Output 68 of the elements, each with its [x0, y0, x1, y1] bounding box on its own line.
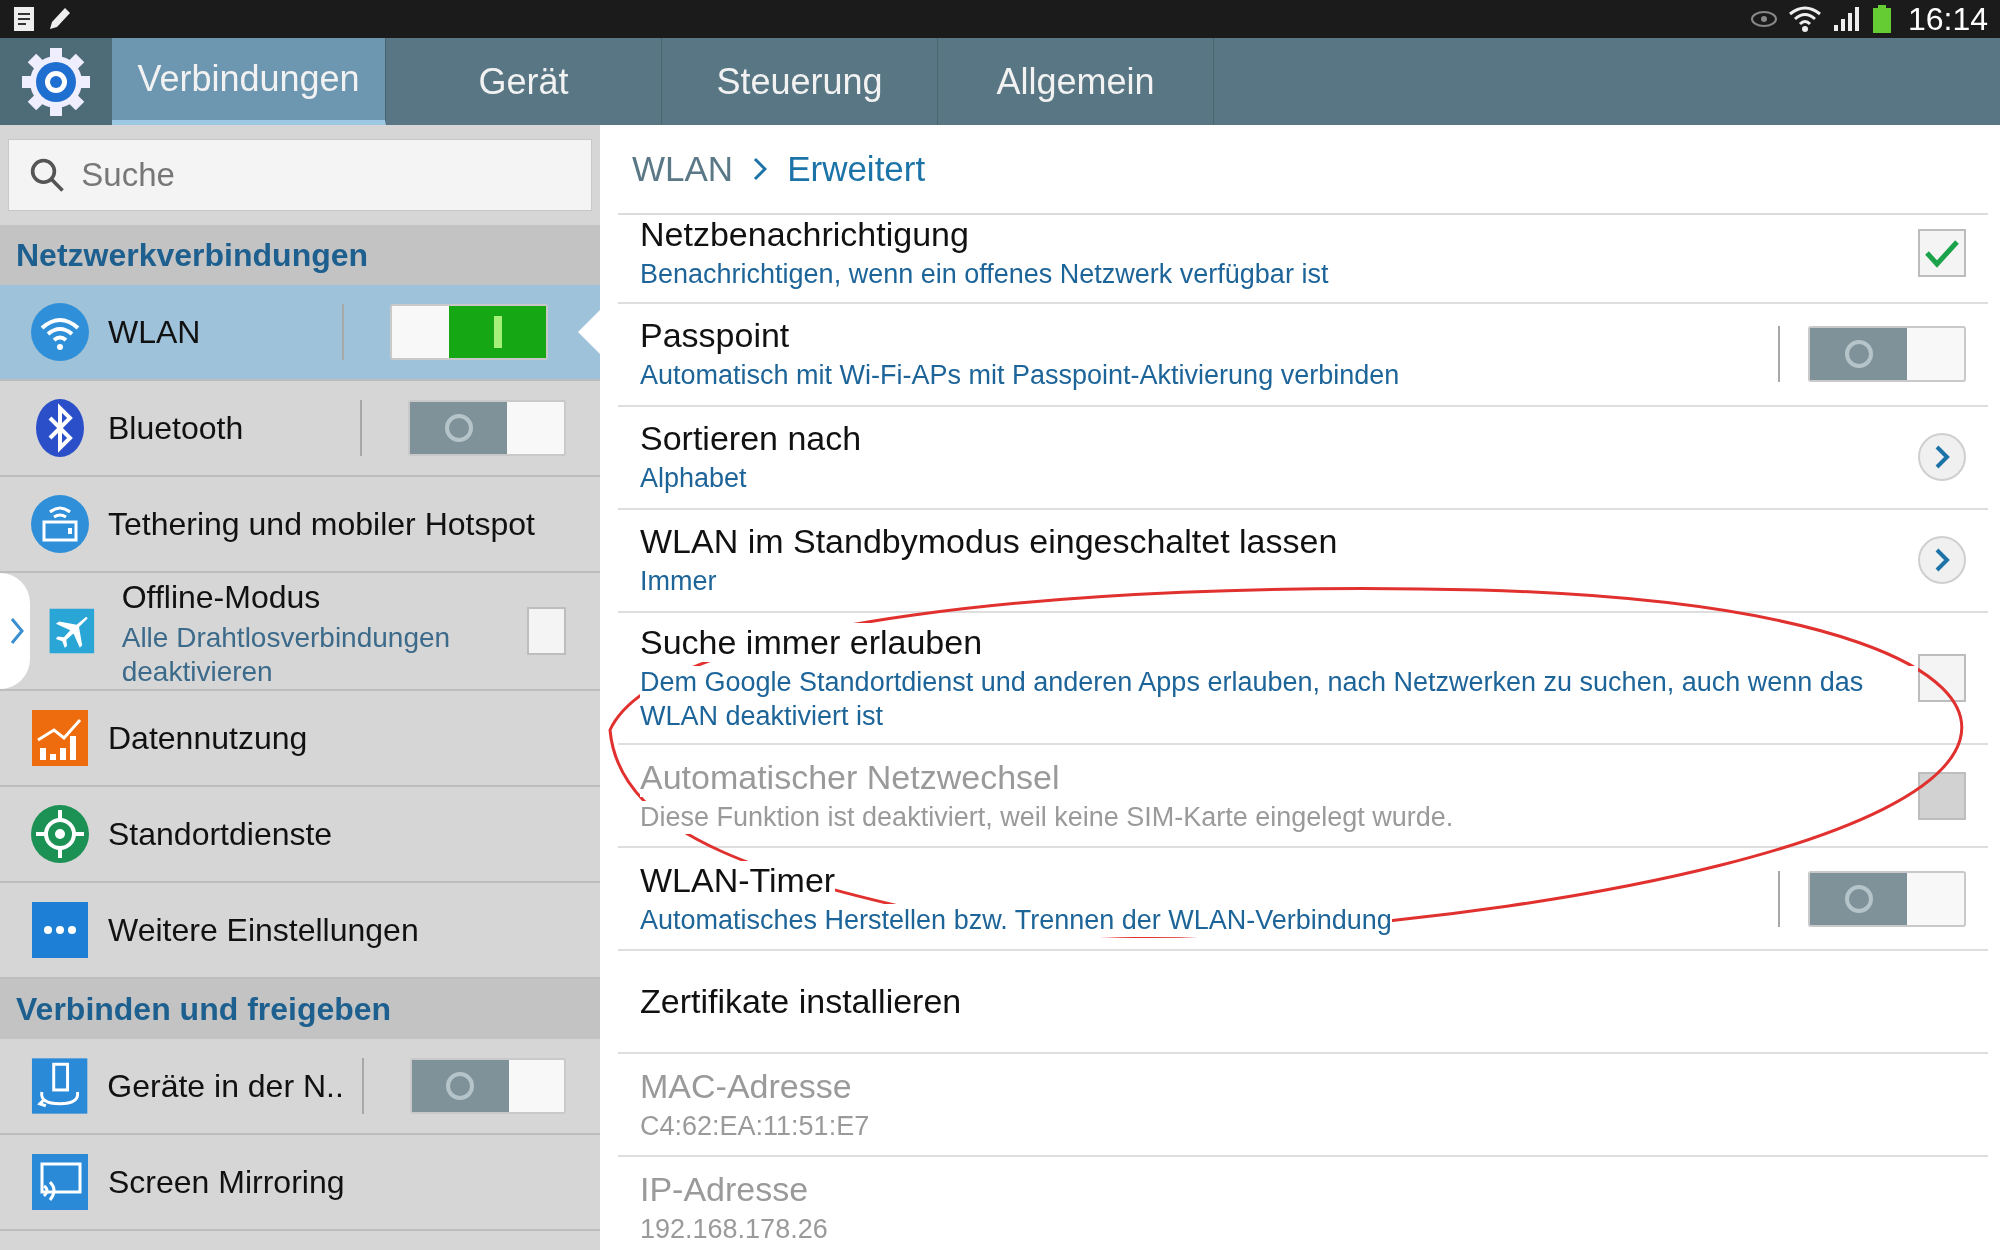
search-bar[interactable]: Suche [8, 139, 592, 211]
chevron-right-icon [753, 157, 768, 181]
sidebar-item[interactable]: Datennutzung [0, 691, 600, 787]
off-ring-icon [1842, 338, 1875, 371]
item-label: Screen Mirroring [108, 1163, 346, 1202]
hotspot-icon [30, 494, 90, 554]
breadcrumb-item: Erweitert [787, 147, 926, 190]
toggle-switch[interactable] [408, 400, 566, 456]
off-ring-icon [444, 1070, 477, 1102]
off-ring-icon [1842, 882, 1875, 915]
eye-icon [1749, 9, 1778, 29]
setting-row[interactable]: Netzbenachrichtigung Benachrichtigen, wenn ein offenes Netzwerk verfügbar ist [618, 215, 1988, 304]
item-description: Alle Drahtlosverbindungen deaktivieren [121, 621, 452, 689]
sidebar-item[interactable]: WLAN [0, 285, 600, 381]
chevron-button[interactable] [1918, 433, 1966, 482]
setting-title: Suche immer erlauben [640, 622, 983, 662]
battery-icon [1871, 4, 1892, 34]
search-field[interactable]: Suche [79, 149, 571, 201]
item-label: Weitere Einstellungen [108, 911, 420, 950]
location-target-icon [30, 804, 90, 864]
setting-row[interactable]: WLAN-Timer Automatisches Herstellen bzw. Trennen der WLAN-Verbindung [618, 848, 1988, 952]
wifi-icon [1787, 4, 1822, 34]
item-label: Bluetooth [108, 409, 245, 448]
drawer-handle[interactable] [0, 573, 30, 689]
setting-description: Diese Funktion ist deaktiviert, weil keine SIM-Karte eingelegt wurde. [640, 800, 1454, 835]
sidebar-item[interactable]: Offline-Modus Alle Drahtlosverbindungen deaktivieren [0, 573, 600, 691]
sidebar-item[interactable]: Geräte in der N.. [0, 1039, 600, 1135]
checkbox[interactable] [527, 607, 566, 655]
chevron-right-icon [1934, 548, 1950, 573]
toggle-switch[interactable] [390, 304, 548, 360]
toggle-switch[interactable] [409, 1058, 566, 1114]
item-label: Standortdienste [108, 815, 334, 854]
setting-row[interactable]: Zertifikate installieren [618, 951, 1988, 1055]
item-label: Tethering und mobiler Hotspot [108, 505, 536, 544]
signal-icon [1831, 5, 1862, 33]
item-label: WLAN [108, 313, 202, 352]
sidebar-item[interactable]: Bluetooth [0, 381, 600, 477]
check-icon [1924, 238, 1960, 269]
clock-time: 16:14 [1907, 0, 1988, 39]
sidebar-item[interactable]: Screen Mirroring [0, 1135, 600, 1231]
more-dots-icon [30, 900, 90, 960]
document-icon [12, 5, 36, 33]
checkbox[interactable] [1918, 229, 1966, 278]
checkbox[interactable] [1918, 654, 1966, 703]
item-label: Offline-Modus [121, 578, 322, 618]
toggle-switch[interactable] [1808, 326, 1966, 383]
setting-row[interactable]: WLAN im Standbymodus eingeschaltet lassen Immer [618, 509, 1988, 613]
breadcrumb-item: WLAN [632, 147, 734, 190]
sidebar-item[interactable]: Tethering und mobiler Hotspot [0, 477, 600, 573]
screen-cast-icon [30, 1152, 90, 1212]
item-label: Geräte in der N.. [107, 1067, 344, 1106]
section-header: Verbinden und freigeben [16, 990, 392, 1029]
setting-row[interactable]: Passpoint Automatisch mit Wi-Fi-APs mit Passpoint-Aktivierung verbinden [618, 303, 1988, 407]
setting-row[interactable]: Sortieren nach Alphabet [618, 406, 1988, 510]
chart-icon [30, 708, 90, 768]
section-header: Netzwerkverbindungen [16, 236, 369, 275]
chevron-button[interactable] [1918, 536, 1966, 585]
sidebar-item[interactable]: Standortdienste [0, 787, 600, 883]
setting-row[interactable]: Suche immer erlauben Dem Google Standortdienst und anderen Apps erlauben, nach Netzwerken zu suchen, auch wenn das WLAN deaktiviert ist [618, 612, 1988, 746]
off-ring-icon [442, 412, 475, 444]
toggle-switch[interactable] [1808, 870, 1966, 927]
wifi-icon [30, 302, 90, 362]
chevron-right-icon [10, 617, 24, 645]
setting-description: Automatisches Herstellen bzw. Trennen der WLAN-Verbindung [640, 903, 1392, 938]
phone-rotate-icon [30, 1056, 90, 1116]
chevron-right-icon [1934, 445, 1950, 470]
item-label: Datennutzung [108, 719, 309, 758]
on-bar-icon [493, 316, 502, 348]
